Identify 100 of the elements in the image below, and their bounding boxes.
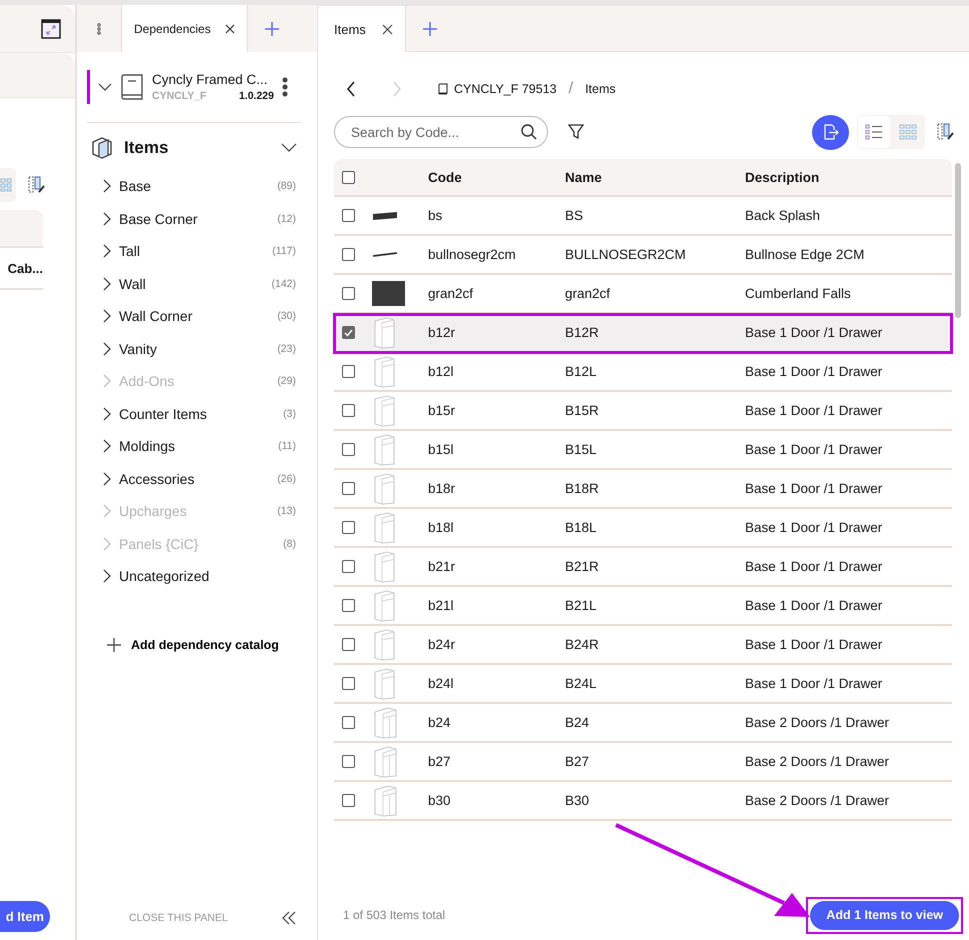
column-header[interactable]: Code [428,170,565,184]
category-item[interactable]: Tall (117) [103,235,296,268]
cabinet-thumbnail [372,394,396,426]
close-icon[interactable] [224,24,235,34]
category-item[interactable]: Base Corner (12) [103,202,296,235]
search-field[interactable]: Search by Code... [334,116,548,148]
book-icon [438,83,448,95]
cabinet-thumbnail [372,472,396,504]
table-row[interactable]: b12l B12L Base 1 Door /1 Drawer [334,353,952,392]
table-row[interactable]: b27 B27 Base 2 Doors /1 Drawer [334,743,952,782]
category-item[interactable]: Accessories (26) [103,462,296,495]
book-icon [120,74,144,100]
row-checkbox[interactable] [342,248,355,261]
export-icon [822,124,838,140]
name-cell-text: B21R [565,559,600,574]
category-item[interactable]: Moldings (11) [103,430,296,462]
description-cell-text: Base 2 Doors /1 Drawer [745,715,890,730]
row-checkbox[interactable] [342,404,355,417]
add-tab-icon[interactable] [264,20,280,36]
breadcrumb-link[interactable]: Items [585,82,616,96]
description-cell-text: Base 2 Doors /1 Drawer [745,754,890,769]
back-icon[interactable] [346,81,356,97]
row-checkbox[interactable] [342,599,355,612]
category-item[interactable]: Base (89) [103,170,296,202]
row-checkbox[interactable] [342,716,355,729]
cabinet-thumbnail [372,316,396,348]
column-header[interactable]: Name [565,170,745,184]
code-cell-text: b27 [428,754,452,769]
table-row[interactable]: b30 B30 Base 2 Doors /1 Drawer [334,782,952,821]
row-checkbox[interactable] [342,521,355,534]
add-tab-icon[interactable] [422,20,438,36]
row-checkbox[interactable] [342,638,355,651]
collapse-icon[interactable] [281,910,297,924]
filter-icon[interactable] [568,124,584,140]
chevron-down-icon[interactable] [281,143,297,153]
table-row[interactable]: b18r B18R Base 1 Door /1 Drawer [334,470,952,509]
row-checkbox[interactable] [342,560,355,573]
search-icon[interactable] [521,124,537,140]
dependencies-tab[interactable]: Dependencies [122,5,248,52]
column-edit-icon[interactable] [937,123,955,141]
code-cell-text: b24 [428,715,452,730]
scrollbar[interactable] [955,163,961,318]
breadcrumb-separator: / [568,80,574,98]
chevron-right-icon [103,276,111,291]
row-checkbox[interactable] [342,287,355,300]
column-edit-icon[interactable] [28,176,46,194]
close-icon[interactable] [382,24,393,34]
table-row[interactable]: b15l B15L Base 1 Door /1 Drawer [334,431,952,470]
row-checkbox[interactable] [342,755,355,768]
select-all-checkbox[interactable] [342,170,355,184]
name-cell-text: B15R [565,403,600,418]
table-row[interactable]: bullnosegr2cm BULLNOSEGR2CM Bullnose Edge 2CM [334,236,952,275]
column-header[interactable]: Description [745,170,952,184]
category-item[interactable]: Counter Items (3) [103,398,296,430]
chevron-right-icon [103,244,111,258]
code-cell-text: b21r [428,559,456,574]
category-item[interactable]: Uncategorized [103,560,296,592]
description-cell-text: Base 1 Door /1 Drawer [745,403,884,418]
name-cell-text: B24L [565,676,598,691]
row-checkbox[interactable] [342,326,355,339]
cabinet-thumbnail [372,668,396,700]
cabinet-thumbnail [372,590,396,622]
row-checkbox[interactable] [342,443,355,456]
expand-icon[interactable] [41,18,61,38]
code-cell-text: b24r [428,637,456,652]
list-view-button[interactable] [857,115,891,149]
name-cell-text: B30 [565,793,590,808]
cabinet-thumbnail [372,784,398,816]
row-checkbox[interactable] [342,209,355,222]
category-item[interactable]: Wall (142) [103,268,296,300]
row-checkbox[interactable] [342,482,355,495]
table-row[interactable]: b15r B15R Base 1 Door /1 Drawer [334,392,952,431]
code-cell-text: bullnosegr2cm [428,247,517,262]
items-tab[interactable]: Items [318,6,406,52]
table-row[interactable]: b21r B21R Base 1 Door /1 Drawer [334,548,952,587]
table-row[interactable]: b24l B24L Base 1 Door /1 Drawer [334,665,952,704]
row-checkbox[interactable] [342,677,355,690]
add-items-button[interactable]: Add 1 Items to view [810,900,959,930]
description-cell-text: Cumberland Falls [745,286,852,301]
code-cell-text: gran2cf [428,286,474,301]
category-item[interactable]: Vanity (23) [103,332,296,365]
kebab-menu-icon[interactable] [282,77,288,97]
row-checkbox[interactable] [342,794,355,807]
name-cell-text: B12R [565,325,600,340]
row-checkbox[interactable] [342,365,355,378]
table-row[interactable]: b24 B24 Base 2 Doors /1 Drawer [334,704,952,743]
code-cell-text: b18r [428,481,456,496]
description-cell-text: Bullnose Edge 2CM [745,247,866,262]
table-row[interactable]: b21l B21L Base 1 Door /1 Drawer [334,587,952,626]
category-item[interactable]: Wall Corner (30) [103,300,296,332]
add-item-button[interactable]: d Item [0,901,50,932]
description-cell-text: Base 1 Door /1 Drawer [745,559,884,574]
breadcrumb-link[interactable]: CYNCLY_F 79513 [454,82,557,96]
table-row[interactable]: bs BS Back Splash [334,197,952,236]
add-dependency-button[interactable]: Add dependency catalog [107,638,279,652]
table-row[interactable]: b24r B24R Base 1 Door /1 Drawer [334,626,952,665]
chevron-right-icon [103,179,111,194]
table-row[interactable]: b12r B12R Base 1 Door /1 Drawer [334,314,952,353]
export-button[interactable] [812,114,849,150]
table-row[interactable]: b18l B18L Base 1 Door /1 Drawer [334,509,952,548]
